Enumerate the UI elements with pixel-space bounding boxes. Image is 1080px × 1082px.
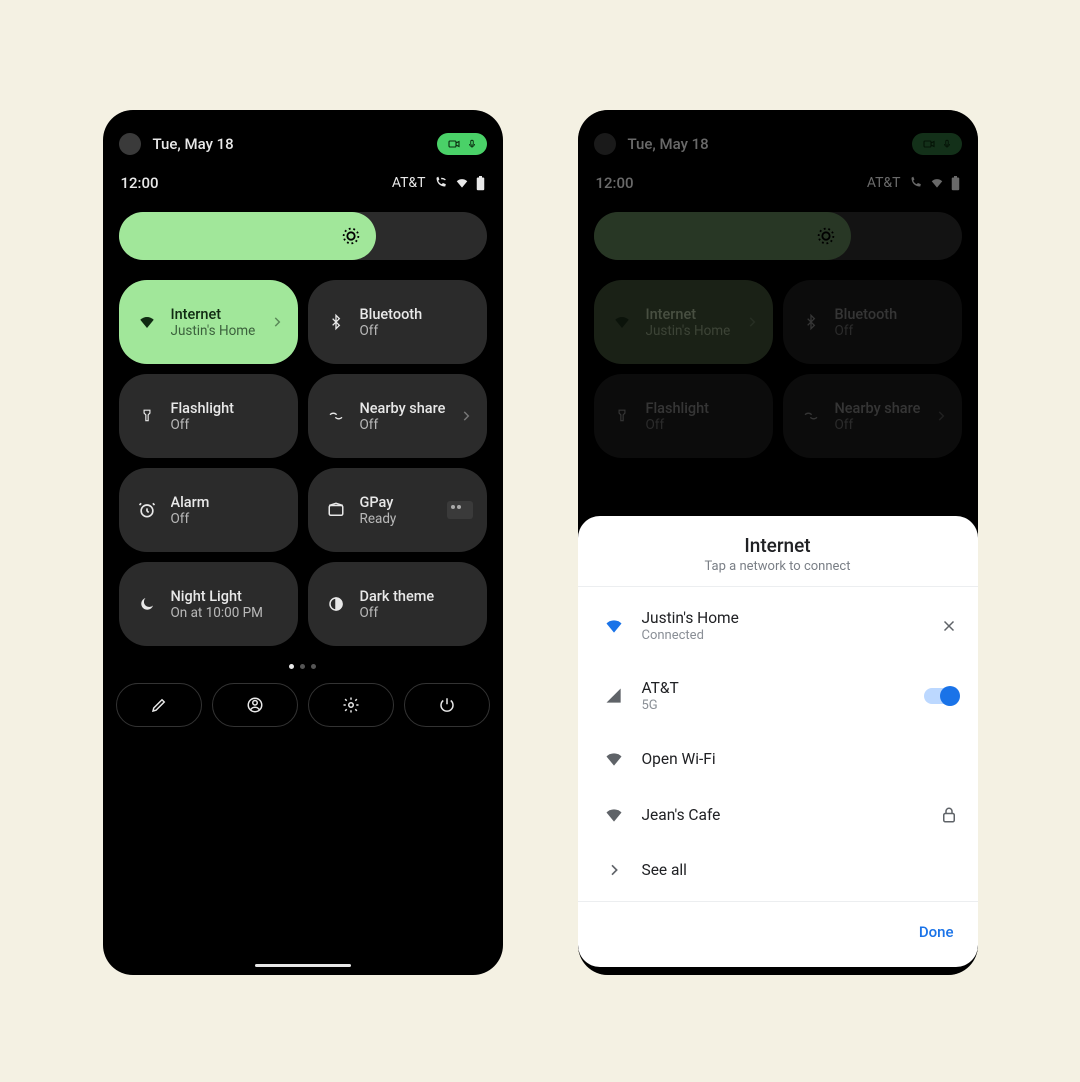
tile-title: Bluetooth [360, 306, 473, 323]
network-row-justins-home[interactable]: Justin's HomeConnected [578, 591, 978, 661]
disconnect-button[interactable] [940, 617, 958, 635]
tile-sub: Off [171, 511, 284, 527]
tile-sub: Off [360, 417, 459, 433]
bluetooth-icon [322, 312, 350, 332]
tile-sub: Off [171, 417, 284, 433]
user-button[interactable] [212, 683, 298, 727]
sheet-footer: Done [578, 901, 978, 967]
wifi-calling-icon [432, 176, 448, 190]
tile-title: Flashlight [171, 400, 284, 417]
tile-title: Internet [171, 306, 270, 323]
pencil-icon [150, 696, 168, 714]
network-status: Connected [642, 628, 940, 643]
sheet-header: Internet Tap a network to connect [578, 516, 978, 587]
tile-flashlight[interactable]: FlashlightOff [119, 374, 298, 458]
sheet-title: Internet [578, 534, 978, 557]
brightness-fill [119, 212, 377, 260]
camera-icon [447, 138, 461, 150]
network-name: See all [642, 861, 958, 879]
moon-icon [133, 595, 161, 613]
brightness-slider[interactable] [119, 212, 487, 260]
user-icon [246, 696, 264, 714]
power-button[interactable] [404, 683, 490, 727]
wifi-icon [454, 176, 470, 190]
wifi-icon [598, 749, 630, 769]
page-dot[interactable] [289, 664, 294, 669]
avatar[interactable] [119, 133, 141, 155]
time-label: 12:00 [121, 174, 159, 192]
tile-sub: Off [360, 323, 473, 339]
edit-button[interactable] [116, 683, 202, 727]
phone-left: Tue, May 18 12:00 AT&T InternetJustin's … [103, 110, 503, 975]
network-list: Justin's HomeConnected AT&T5G Open Wi-Fi… [578, 587, 978, 901]
tile-alarm[interactable]: AlarmOff [119, 468, 298, 552]
phone-right: Tue, May 18 12:00 AT&T InternetJustin's … [578, 110, 978, 975]
tile-sub: Justin's Home [171, 323, 270, 339]
contrast-icon [322, 595, 350, 613]
gear-icon [342, 696, 360, 714]
page-dot[interactable] [300, 664, 305, 669]
tile-title: Alarm [171, 494, 284, 511]
tile-sub: On at 10:00 PM [171, 605, 284, 621]
tile-grid: InternetJustin's Home BluetoothOff Flash… [103, 280, 503, 646]
page-dot[interactable] [311, 664, 316, 669]
internet-sheet: Internet Tap a network to connect Justin… [578, 516, 978, 967]
network-name: AT&T [642, 679, 924, 697]
tile-dark-theme[interactable]: Dark themeOff [308, 562, 487, 646]
tile-title: Nearby share [360, 400, 459, 417]
privacy-pill[interactable] [437, 133, 487, 155]
tile-gpay[interactable]: GPayReady [308, 468, 487, 552]
done-button[interactable]: Done [919, 923, 954, 941]
tile-title: Night Light [171, 588, 284, 605]
pager [103, 664, 503, 669]
lock-icon [940, 805, 958, 825]
network-row-see-all[interactable]: See all [578, 843, 978, 897]
tile-title: Dark theme [360, 588, 473, 605]
wallet-icon [322, 501, 350, 519]
alarm-icon [133, 500, 161, 520]
date-label: Tue, May 18 [153, 135, 437, 153]
network-name: Open Wi-Fi [642, 750, 958, 768]
wifi-icon [598, 616, 630, 636]
battery-icon [476, 176, 485, 191]
status-row: 12:00 AT&T [103, 160, 503, 202]
pay-card-icon [447, 501, 473, 519]
network-row-open-wifi[interactable]: Open Wi-Fi [578, 731, 978, 787]
nearby-share-icon [322, 408, 350, 424]
mic-icon [467, 137, 477, 151]
chevron-right-icon [270, 315, 284, 329]
close-icon [940, 617, 958, 635]
wifi-icon [133, 313, 161, 331]
flashlight-icon [133, 406, 161, 426]
wifi-icon [598, 805, 630, 825]
tile-night-light[interactable]: Night LightOn at 10:00 PM [119, 562, 298, 646]
switch-on-icon [924, 688, 958, 704]
tile-bluetooth[interactable]: BluetoothOff [308, 280, 487, 364]
chevron-right-icon [459, 409, 473, 423]
network-row-jeans-cafe[interactable]: Jean's Cafe [578, 787, 978, 843]
mobile-data-toggle[interactable] [924, 688, 958, 704]
network-status: 5G [642, 698, 924, 713]
chevron-right-icon [598, 862, 630, 878]
settings-button[interactable] [308, 683, 394, 727]
tile-internet[interactable]: InternetJustin's Home [119, 280, 298, 364]
network-name: Jean's Cafe [642, 806, 940, 824]
network-row-att[interactable]: AT&T5G [578, 661, 978, 731]
tile-sub: Off [360, 605, 473, 621]
home-indicator[interactable] [255, 964, 351, 967]
cellular-icon [598, 686, 630, 706]
top-bar: Tue, May 18 [103, 110, 503, 160]
carrier-label: AT&T [392, 175, 426, 191]
power-icon [438, 696, 456, 714]
brightness-icon [340, 225, 474, 247]
tile-nearby-share[interactable]: Nearby shareOff [308, 374, 487, 458]
bottom-buttons [103, 683, 503, 727]
sheet-subtitle: Tap a network to connect [578, 559, 978, 574]
network-name: Justin's Home [642, 609, 940, 627]
